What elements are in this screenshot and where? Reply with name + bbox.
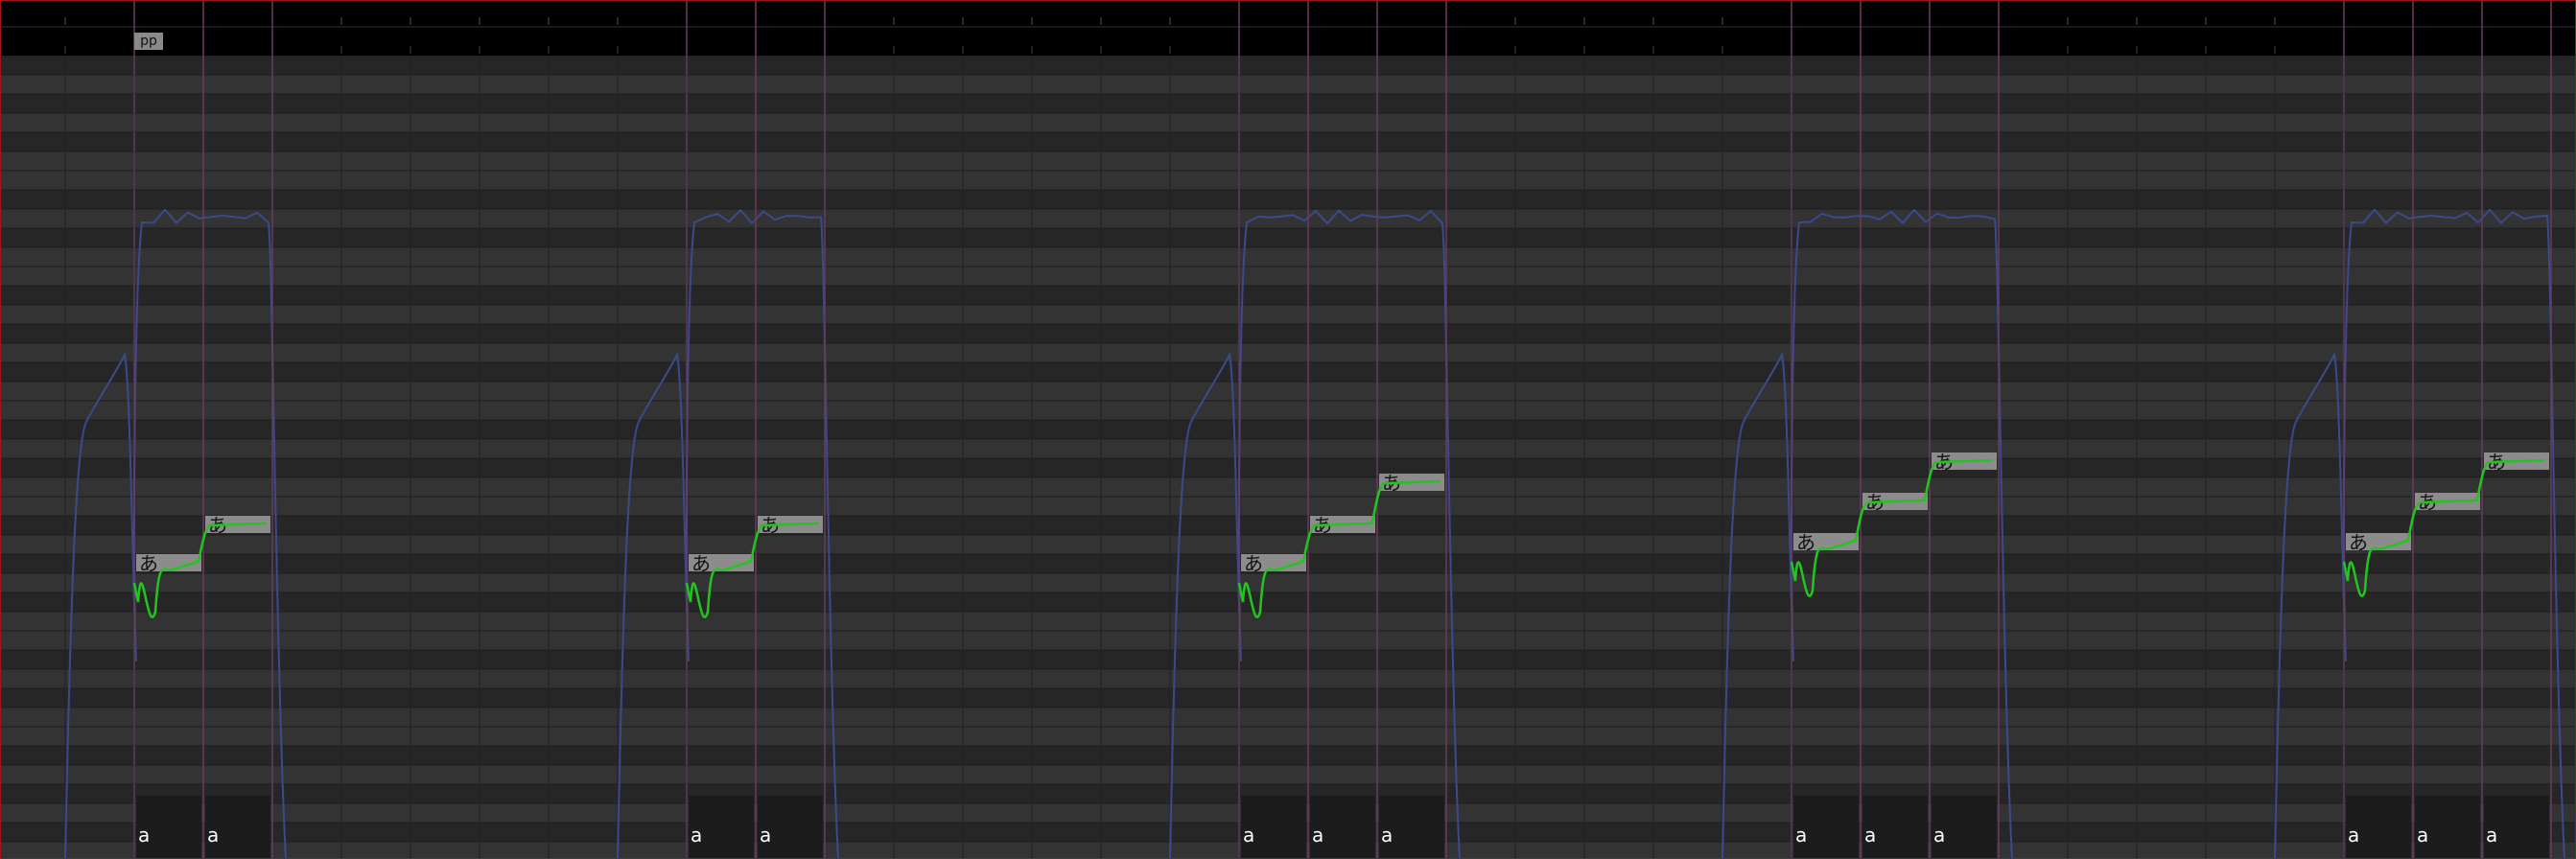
- key-row: [0, 247, 2576, 267]
- note-lyric: あ: [2349, 531, 2368, 554]
- key-row: [0, 535, 2576, 554]
- key-row: [0, 56, 2576, 75]
- phoneme-label: a: [1312, 824, 1323, 847]
- key-row: [0, 708, 2576, 727]
- dynamics-marker[interactable]: pp: [134, 33, 163, 50]
- phoneme-label: a: [207, 824, 219, 847]
- phoneme-label: a: [2348, 824, 2359, 847]
- key-row: [0, 190, 2576, 209]
- note-lyric: あ: [139, 552, 158, 575]
- key-row: [0, 439, 2576, 458]
- note-lyric: あ: [1796, 531, 1815, 554]
- phoneme-label: a: [2486, 824, 2497, 847]
- key-row: [0, 343, 2576, 362]
- phoneme-label: a: [1243, 824, 1254, 847]
- key-row: [0, 516, 2576, 535]
- key-row: [0, 94, 2576, 113]
- timeline-ruler[interactable]: [0, 0, 2576, 56]
- key-row: [0, 324, 2576, 343]
- phoneme-label: a: [760, 824, 771, 847]
- key-row: [0, 113, 2576, 132]
- key-row: [0, 171, 2576, 190]
- key-row: [0, 151, 2576, 171]
- key-row: [0, 228, 2576, 247]
- key-row: [0, 132, 2576, 151]
- phoneme-label: a: [2417, 824, 2428, 847]
- key-row: [0, 765, 2576, 784]
- key-row: [0, 631, 2576, 650]
- key-row: [0, 688, 2576, 708]
- key-row: [0, 305, 2576, 324]
- key-row: [0, 267, 2576, 286]
- piano-roll-canvas[interactable]: あああああああああああああ aaaaaaaaaaaaa: [0, 0, 2576, 859]
- key-row: [0, 362, 2576, 382]
- key-row: [0, 209, 2576, 228]
- key-row: [0, 650, 2576, 669]
- phoneme-label: a: [691, 824, 702, 847]
- note-lyric: あ: [691, 552, 711, 575]
- key-row: [0, 477, 2576, 497]
- key-row: [0, 746, 2576, 765]
- key-row: [0, 612, 2576, 631]
- key-row: [0, 669, 2576, 688]
- key-row: [0, 497, 2576, 516]
- phoneme-label: a: [1795, 824, 1807, 847]
- key-row: [0, 382, 2576, 401]
- key-row: [0, 75, 2576, 94]
- piano-roll-editor[interactable]: あああああああああああああ aaaaaaaaaaaaa pp: [0, 0, 2576, 859]
- key-row: [0, 727, 2576, 746]
- phoneme-label: a: [1381, 824, 1393, 847]
- key-row: [0, 401, 2576, 420]
- phoneme-label: a: [1933, 824, 1945, 847]
- key-rows: [0, 55, 2576, 859]
- key-row: [0, 573, 2576, 592]
- phoneme-label: a: [138, 824, 150, 847]
- key-row: [0, 458, 2576, 477]
- note-lyric: あ: [1244, 552, 1263, 575]
- phoneme-label: a: [1864, 824, 1876, 847]
- key-row: [0, 592, 2576, 612]
- key-row: [0, 420, 2576, 439]
- key-row: [0, 286, 2576, 305]
